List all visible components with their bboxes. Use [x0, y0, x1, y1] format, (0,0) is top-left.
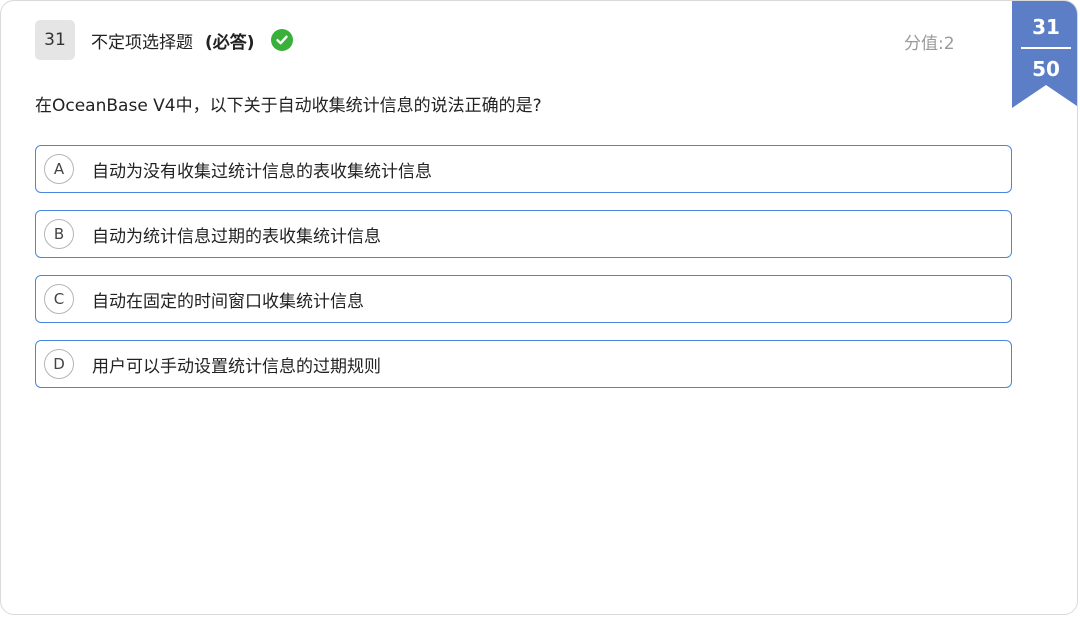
question-card: 31 不定项选择题 (必答) 分值:2 31 50 在OceanBase V4中…	[0, 0, 1078, 615]
required-label: (必答)	[205, 32, 255, 53]
option-b[interactable]: B 自动为统计信息过期的表收集统计信息	[35, 210, 1012, 258]
option-text: 自动为没有收集过统计信息的表收集统计信息	[92, 161, 432, 182]
option-text: 自动在固定的时间窗口收集统计信息	[92, 291, 364, 312]
option-d[interactable]: D 用户可以手动设置统计信息的过期规则	[35, 340, 1012, 388]
options-list: A 自动为没有收集过统计信息的表收集统计信息 B 自动为统计信息过期的表收集统计…	[35, 145, 1012, 405]
question-number: 31	[35, 20, 75, 60]
check-circle-icon	[270, 29, 293, 51]
option-letter: A	[44, 154, 74, 184]
question-type: 不定项选择题	[91, 32, 193, 53]
score-label: 分值:2	[904, 34, 955, 54]
option-letter: B	[44, 219, 74, 249]
progress-current: 31	[1032, 15, 1060, 39]
option-text: 自动为统计信息过期的表收集统计信息	[92, 226, 381, 247]
question-header: 31 不定项选择题 (必答)	[35, 19, 293, 61]
option-a[interactable]: A 自动为没有收集过统计信息的表收集统计信息	[35, 145, 1012, 193]
progress-divider	[1021, 47, 1071, 49]
progress-total: 50	[1032, 57, 1060, 81]
option-text: 用户可以手动设置统计信息的过期规则	[92, 356, 381, 377]
progress-ribbon: 31 50	[1012, 1, 1077, 108]
question-text: 在OceanBase V4中，以下关于自动收集统计信息的说法正确的是?	[35, 96, 542, 116]
option-letter: C	[44, 284, 74, 314]
option-letter: D	[44, 349, 74, 379]
option-c[interactable]: C 自动在固定的时间窗口收集统计信息	[35, 275, 1012, 323]
